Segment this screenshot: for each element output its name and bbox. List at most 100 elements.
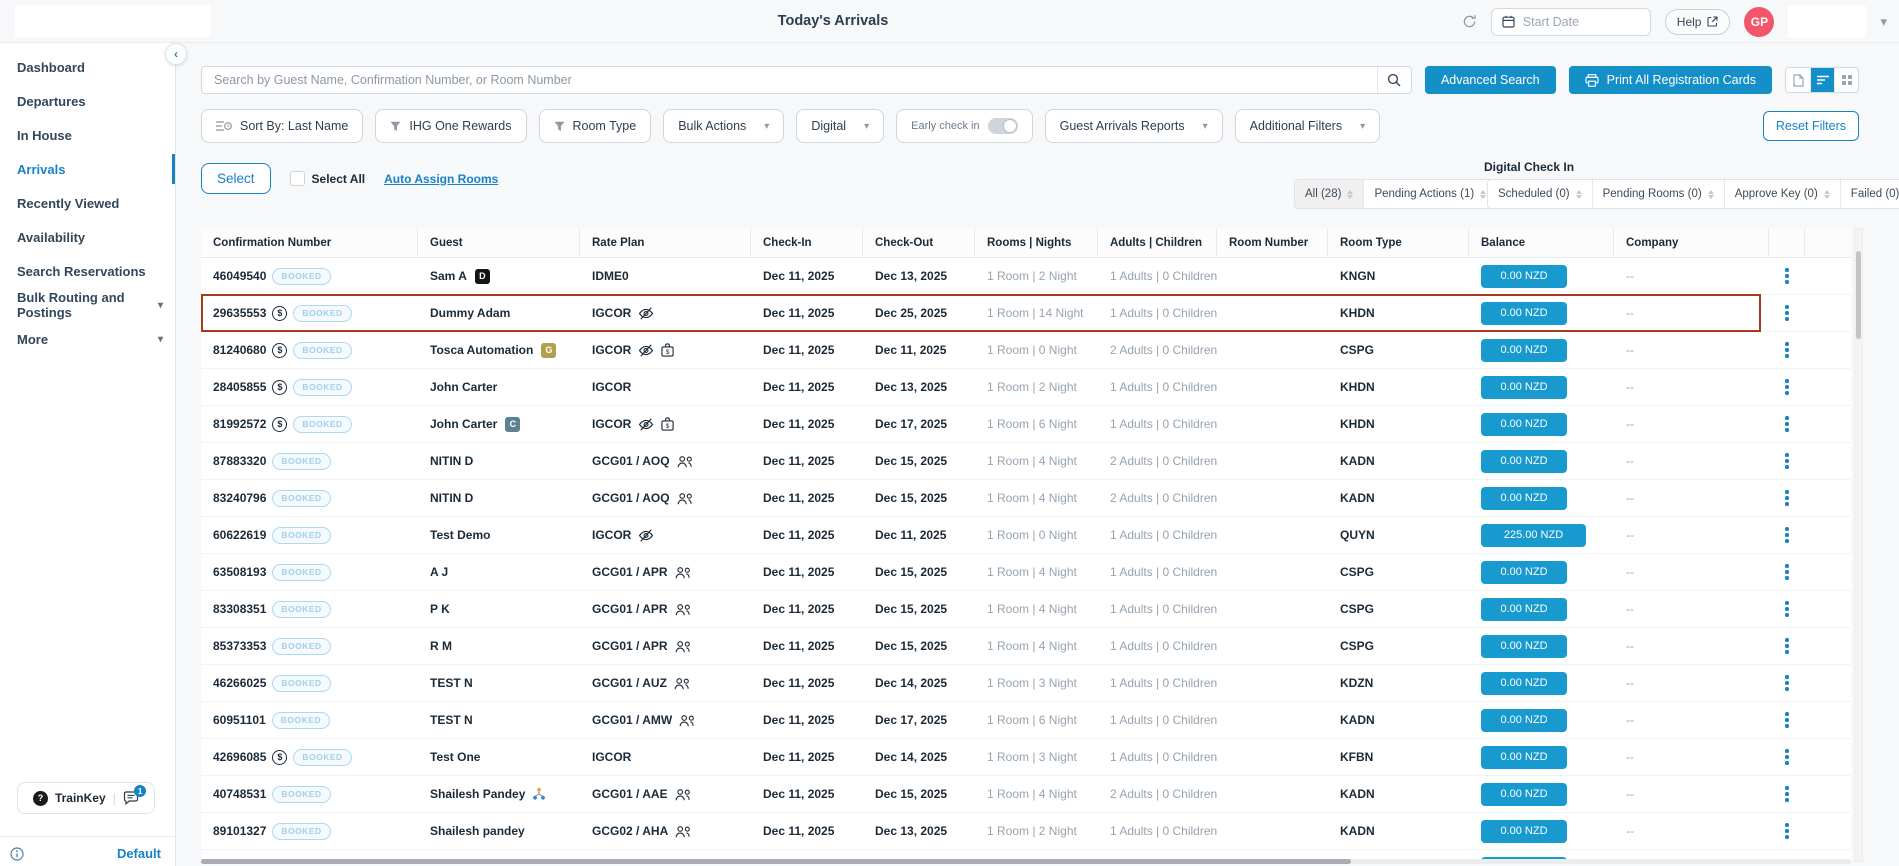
sidebar-item-arrivals[interactable]: Arrivals xyxy=(0,152,175,186)
table-row[interactable]: 42696085$BOOKEDTest OneIGCORDec 11, 2025… xyxy=(201,739,1851,776)
kebab-menu-icon[interactable] xyxy=(1781,338,1793,362)
refresh-icon[interactable] xyxy=(1462,14,1477,29)
sidebar-item-search-reservations[interactable]: Search Reservations xyxy=(0,254,175,288)
filter-early-check-in[interactable]: Early check in xyxy=(896,109,1032,143)
balance-button[interactable]: 0.00 NZD xyxy=(1481,635,1567,658)
kebab-menu-icon[interactable] xyxy=(1781,375,1793,399)
tab-scheduled-0[interactable]: Scheduled (0) xyxy=(1488,180,1592,208)
sidebar-item-in-house[interactable]: In House xyxy=(0,118,175,152)
balance-button[interactable]: 0.00 NZD xyxy=(1481,487,1567,510)
kebab-menu-icon[interactable] xyxy=(1781,523,1793,547)
check-in-cell: Dec 11, 2025 xyxy=(751,480,863,516)
checkbox-icon[interactable] xyxy=(290,171,305,186)
search-input[interactable] xyxy=(202,73,1377,87)
trainkey-button[interactable]: ? TrainKey | 1 xyxy=(17,782,155,814)
kebab-menu-icon[interactable] xyxy=(1781,486,1793,510)
sidebar-item-recently-viewed[interactable]: Recently Viewed xyxy=(0,186,175,220)
table-row[interactable]: 63508193BOOKEDA JGCG01 / APRDec 11, 2025… xyxy=(201,554,1851,591)
table-row[interactable]: 81992572$BOOKEDJohn CarterCIGCOR$Dec 11,… xyxy=(201,406,1851,443)
filter-room-type[interactable]: Room Type xyxy=(539,109,652,143)
select-all-checkbox[interactable]: Select All xyxy=(290,171,366,186)
list-view-icon[interactable] xyxy=(1810,68,1834,92)
kebab-menu-icon[interactable] xyxy=(1781,819,1793,843)
help-button[interactable]: Help xyxy=(1665,9,1731,35)
sidebar-item-departures[interactable]: Departures xyxy=(0,84,175,118)
balance-button[interactable]: 0.00 NZD xyxy=(1481,376,1567,399)
horizontal-scrollbar[interactable] xyxy=(201,859,1851,864)
kebab-menu-icon[interactable] xyxy=(1781,597,1793,621)
filter-guest-arrivals-reports[interactable]: Guest Arrivals Reports▾ xyxy=(1045,109,1223,143)
chevron-down-icon[interactable]: ▾ xyxy=(1880,14,1887,30)
balance-button[interactable]: 0.00 NZD xyxy=(1481,598,1567,621)
tab-failed-0[interactable]: Failed (0) xyxy=(1840,180,1899,208)
reset-filters-button[interactable]: Reset Filters xyxy=(1763,111,1859,141)
guest-name: Test Demo xyxy=(430,528,490,542)
kebab-menu-icon[interactable] xyxy=(1781,745,1793,769)
filter-sort-by-last-name[interactable]: Sort By: Last Name xyxy=(201,109,363,143)
kebab-menu-icon[interactable] xyxy=(1781,412,1793,436)
filter-digital[interactable]: Digital▾ xyxy=(796,109,884,143)
balance-button[interactable]: 0.00 NZD xyxy=(1481,672,1567,695)
default-link[interactable]: Default xyxy=(117,846,161,861)
balance-button[interactable]: 0.00 NZD xyxy=(1481,561,1567,584)
table-row[interactable]: 60622619BOOKEDTest DemoIGCORDec 11, 2025… xyxy=(201,517,1851,554)
sidebar-item-dashboard[interactable]: Dashboard xyxy=(0,50,175,84)
balance-button[interactable]: 0.00 NZD xyxy=(1481,413,1567,436)
balance-button[interactable]: 0.00 NZD xyxy=(1481,746,1567,769)
table-row[interactable]: 60951101BOOKEDTEST NGCG01 / AMWDec 11, 2… xyxy=(201,702,1851,739)
print-registration-cards-button[interactable]: Print All Registration Cards xyxy=(1569,66,1772,94)
balance-button[interactable]: 0.00 NZD xyxy=(1481,820,1567,843)
sidebar-item-more[interactable]: More▾ xyxy=(0,322,175,356)
auto-assign-rooms-link[interactable]: Auto Assign Rooms xyxy=(384,172,498,186)
advanced-search-button[interactable]: Advanced Search xyxy=(1425,66,1556,94)
sidebar-collapse-button[interactable]: ‹ xyxy=(165,43,187,65)
kebab-menu-icon[interactable] xyxy=(1781,560,1793,584)
balance-button[interactable]: 225.00 NZD xyxy=(1481,524,1586,547)
tab-pending-rooms-0[interactable]: Pending Rooms (0) xyxy=(1592,180,1724,208)
filter-additional-filters[interactable]: Additional Filters▾ xyxy=(1235,109,1380,143)
table-row[interactable]: 40748531BOOKEDShailesh PandeyGCG01 / AAE… xyxy=(201,776,1851,813)
balance-button[interactable]: 0.00 NZD xyxy=(1481,302,1567,325)
document-view-icon[interactable] xyxy=(1786,68,1810,92)
sidebar-item-bulk-routing-and-postings[interactable]: Bulk Routing and Postings▾ xyxy=(0,288,175,322)
table-row[interactable]: 89101327BOOKEDShailesh pandeyGCG02 / AHA… xyxy=(201,813,1851,850)
filter-bulk-actions[interactable]: Bulk Actions▾ xyxy=(663,109,784,143)
info-icon[interactable] xyxy=(10,847,24,861)
balance-button[interactable]: 0.00 NZD xyxy=(1481,709,1567,732)
balance-button[interactable]: 0.00 NZD xyxy=(1481,339,1567,362)
kebab-menu-icon[interactable] xyxy=(1781,708,1793,732)
vertical-scrollbar[interactable] xyxy=(1854,228,1863,862)
table-row[interactable]: 29635553$BOOKEDDummy AdamIGCORDec 11, 20… xyxy=(201,295,1851,332)
kebab-menu-icon[interactable] xyxy=(1781,671,1793,695)
kebab-menu-icon[interactable] xyxy=(1781,264,1793,288)
table-row[interactable]: 46049540BOOKEDSam ADIDME0Dec 11, 2025Dec… xyxy=(201,258,1851,295)
kebab-menu-icon[interactable] xyxy=(1781,449,1793,473)
start-date-input[interactable]: Start Date xyxy=(1491,8,1651,36)
avatar[interactable]: GP xyxy=(1744,7,1774,37)
tab-all-28[interactable]: All (28) xyxy=(1295,180,1363,208)
table-row[interactable]: 87883320BOOKEDNITIN DGCG01 / AOQDec 11, … xyxy=(201,443,1851,480)
rate-plan: GCG01 / AMW xyxy=(592,713,672,727)
balance-button[interactable]: 0.00 NZD xyxy=(1481,783,1567,806)
room-number-cell xyxy=(1217,702,1328,738)
kebab-menu-icon[interactable] xyxy=(1781,782,1793,806)
tab-approve-key-0[interactable]: Approve Key (0) xyxy=(1724,180,1840,208)
table-row[interactable]: 46266025BOOKEDTEST NGCG01 / AUZDec 11, 2… xyxy=(201,665,1851,702)
tab-pending-actions-1[interactable]: Pending Actions (1) xyxy=(1363,180,1496,208)
sidebar-item-availability[interactable]: Availability xyxy=(0,220,175,254)
balance-button[interactable]: 0.00 NZD xyxy=(1481,265,1567,288)
search-icon[interactable] xyxy=(1377,67,1411,93)
table-row[interactable]: 85373353BOOKEDR MGCG01 / APRDec 11, 2025… xyxy=(201,628,1851,665)
grid-view-icon[interactable] xyxy=(1834,68,1858,92)
table-row[interactable]: 83240796BOOKEDNITIN DGCG01 / AOQDec 11, … xyxy=(201,480,1851,517)
balance-button[interactable]: 0.00 NZD xyxy=(1481,450,1567,473)
early-check-in-toggle[interactable] xyxy=(988,118,1018,134)
chat-icon[interactable]: 1 xyxy=(123,791,139,805)
kebab-menu-icon[interactable] xyxy=(1781,634,1793,658)
table-row[interactable]: 83308351BOOKEDP KGCG01 / APRDec 11, 2025… xyxy=(201,591,1851,628)
table-row[interactable]: 28405855$BOOKEDJohn CarterIGCORDec 11, 2… xyxy=(201,369,1851,406)
kebab-menu-icon[interactable] xyxy=(1781,301,1793,325)
table-row[interactable]: 81240680$BOOKEDTosca AutomationGIGCOR$De… xyxy=(201,332,1851,369)
select-button[interactable]: Select xyxy=(201,163,271,194)
filter-ihg-one-rewards[interactable]: IHG One Rewards xyxy=(375,109,526,143)
